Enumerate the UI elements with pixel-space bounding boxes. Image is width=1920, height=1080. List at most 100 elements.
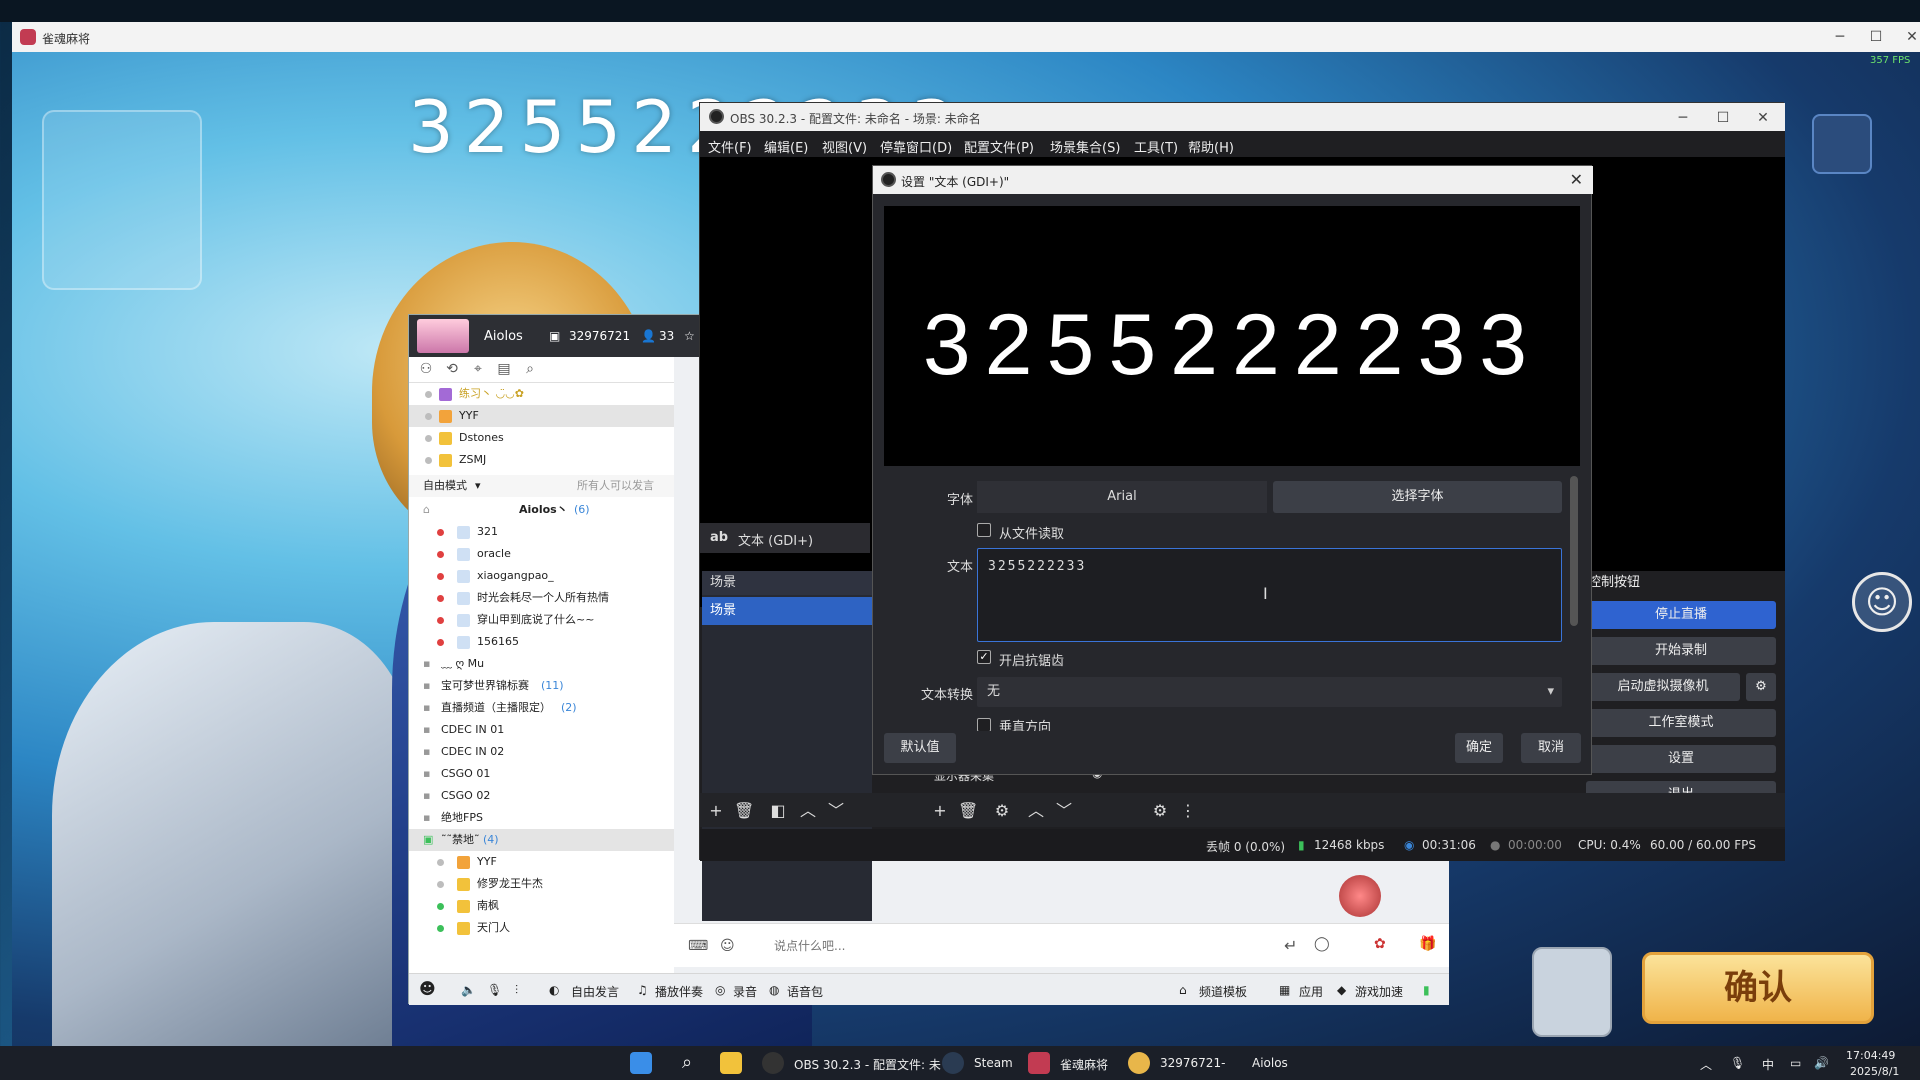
apps-button[interactable]: 应用	[1299, 983, 1323, 1000]
ime-indicator[interactable]: 中	[1762, 1056, 1774, 1073]
clock-date[interactable]: 2025/8/1	[1850, 1065, 1899, 1078]
cancel-button[interactable]: 取消	[1521, 733, 1581, 763]
flower-icon[interactable]: ✿	[1374, 936, 1386, 952]
history-icon[interactable]: ⟲	[443, 361, 461, 379]
close-icon[interactable]: ✕	[1570, 170, 1583, 189]
channel-row[interactable]: ▪ ﹏ ღ Mu	[409, 653, 674, 675]
maximize-icon[interactable]: ☐	[1866, 27, 1886, 47]
read-from-file-checkbox[interactable]	[977, 523, 991, 537]
emoji-icon[interactable]: ☺	[1852, 572, 1912, 632]
studio-mode-button[interactable]: 工作室模式	[1586, 709, 1776, 737]
chat-input[interactable]	[774, 934, 1274, 958]
avatar[interactable]	[1339, 875, 1381, 917]
settings-button[interactable]: 设置	[1586, 745, 1776, 773]
free-speech-button[interactable]: 自由发言	[571, 983, 619, 1000]
start-virtual-camera-button[interactable]: 启动虚拟摄像机	[1586, 673, 1740, 701]
members-icon[interactable]: ⚇	[417, 361, 435, 379]
list-item[interactable]: 321	[409, 521, 674, 543]
scene-item[interactable]: 场景	[702, 597, 872, 625]
chat-bubble-icon[interactable]: ◯	[1314, 936, 1330, 952]
choose-font-button[interactable]: 选择字体	[1273, 481, 1562, 513]
list-item[interactable]: oracle	[409, 543, 674, 565]
move-down-icon[interactable]: ﹀	[826, 801, 846, 821]
menu-help[interactable]: 帮助(H)	[1188, 137, 1234, 156]
close-icon[interactable]: ✕	[1902, 27, 1920, 47]
yy-icon[interactable]	[1128, 1052, 1150, 1074]
remove-scene-icon[interactable]: 🗑	[734, 801, 754, 821]
menu-tools[interactable]: 工具(T)	[1134, 137, 1178, 156]
menu-scene-collection[interactable]: 场景集合(S)	[1050, 137, 1120, 156]
stop-streaming-button[interactable]: 停止直播	[1586, 601, 1776, 629]
avatar[interactable]: ☻	[419, 979, 436, 998]
channel-row[interactable]: ▪ CSGO 01	[409, 763, 674, 785]
mixer-settings-icon[interactable]: ⚙	[1150, 801, 1170, 821]
text-transform-select[interactable]: 无 ▾	[977, 677, 1562, 707]
exit-room-icon[interactable]	[1812, 114, 1872, 174]
location-icon[interactable]: ⌖	[469, 361, 487, 379]
avatar[interactable]	[417, 319, 469, 353]
maximize-icon[interactable]: ☐	[1713, 108, 1733, 128]
menu-edit[interactable]: 编辑(E)	[764, 137, 808, 156]
list-item[interactable]: 天门人	[409, 917, 674, 939]
gift-icon[interactable]: 🎁	[1419, 936, 1436, 952]
yy-username[interactable]: Aiolos	[484, 329, 523, 344]
mahjong-tile[interactable]	[1532, 947, 1612, 1037]
list-item[interactable]: ZSMJ	[409, 449, 674, 471]
channel-row[interactable]: ▣ ˜˜禁地˜ (4)	[409, 829, 674, 851]
game-controller-icon[interactable]: ⌨	[688, 938, 708, 954]
minimize-icon[interactable]: ─	[1830, 27, 1850, 47]
voice-pack-button[interactable]: 语音包	[787, 983, 823, 1000]
menu-view[interactable]: 视图(V)	[822, 137, 867, 156]
channel-row[interactable]: ▪ CDEC IN 02	[409, 741, 674, 763]
mahjong-app-icon[interactable]	[1028, 1052, 1050, 1074]
clock-time[interactable]: 17:04:49	[1846, 1049, 1895, 1062]
menu-file[interactable]: 文件(F)	[708, 137, 752, 156]
vertical-checkbox[interactable]	[977, 718, 991, 732]
channel-template-button[interactable]: 频道模板	[1199, 983, 1247, 1000]
more-menu-icon[interactable]: ⋮	[1178, 801, 1198, 821]
notes-icon[interactable]: ▤	[495, 361, 513, 379]
network-icon[interactable]: ▭	[1790, 1056, 1801, 1070]
menu-profile[interactable]: 配置文件(P)	[964, 137, 1034, 156]
antialias-checkbox[interactable]: ✓	[977, 650, 991, 664]
remove-source-icon[interactable]: 🗑	[958, 801, 978, 821]
channel-row[interactable]: ▪ CSGO 02	[409, 785, 674, 807]
start-recording-button[interactable]: 开始录制	[1586, 637, 1776, 665]
list-item[interactable]: 时光会耗尽一个人所有热情	[409, 587, 674, 609]
text-input[interactable]: 3255222233	[977, 548, 1562, 642]
confirm-button[interactable]: 确认	[1642, 952, 1874, 1024]
ok-button[interactable]: 确定	[1455, 733, 1503, 763]
list-item[interactable]: 穿山甲到底说了什么~~	[409, 609, 674, 631]
channel-row[interactable]: ▪ CDEC IN 01	[409, 719, 674, 741]
emoji-icon[interactable]: ☺	[720, 938, 735, 954]
list-item[interactable]: 练习丶 ◡̈◡✿	[409, 383, 674, 405]
menu-docks[interactable]: 停靠窗口(D)	[880, 137, 952, 156]
microphone-icon[interactable]: 🎙	[1730, 1056, 1745, 1070]
mode-row[interactable]: 自由模式 ▾ 所有人可以发言	[409, 475, 674, 497]
filter-icon[interactable]: ◧	[768, 801, 788, 821]
microphone-icon[interactable]: 🎙	[487, 983, 502, 997]
taskbar-obs[interactable]: OBS 30.2.3 - 配置文件: 未	[794, 1056, 941, 1073]
taskbar-mahjong[interactable]: 雀魂麻将	[1060, 1056, 1108, 1073]
taskbar-aiolos[interactable]: Aiolos	[1252, 1056, 1288, 1070]
start-icon[interactable]	[630, 1052, 652, 1074]
record-button[interactable]: 录音	[733, 983, 757, 1000]
list-item[interactable]: YYF	[409, 405, 674, 427]
game-boost-button[interactable]: 游戏加速	[1355, 983, 1403, 1000]
taskbar-steam[interactable]: Steam	[974, 1056, 1013, 1070]
list-item[interactable]: 南枫	[409, 895, 674, 917]
taskbar-yy[interactable]: 32976721-	[1160, 1056, 1225, 1070]
steam-icon[interactable]	[942, 1052, 964, 1074]
move-down-icon[interactable]: ﹀	[1054, 801, 1074, 821]
channel-row[interactable]: ▪ 绝地FPS	[409, 807, 674, 829]
search-icon[interactable]: ⌕	[676, 1052, 698, 1074]
volume-icon[interactable]: 🔊	[1814, 1056, 1829, 1070]
close-icon[interactable]: ✕	[1753, 108, 1773, 128]
list-item[interactable]: YYF	[409, 851, 674, 873]
list-item[interactable]: Dstones	[409, 427, 674, 449]
add-source-icon[interactable]: +	[930, 801, 950, 821]
add-scene-icon[interactable]: +	[706, 801, 726, 821]
channel-owner-row[interactable]: ⌂ Aiolos丶 (6)	[409, 499, 674, 521]
dialog-scrollbar[interactable]	[1570, 476, 1578, 626]
speaker-icon[interactable]: 🔈	[461, 983, 476, 997]
